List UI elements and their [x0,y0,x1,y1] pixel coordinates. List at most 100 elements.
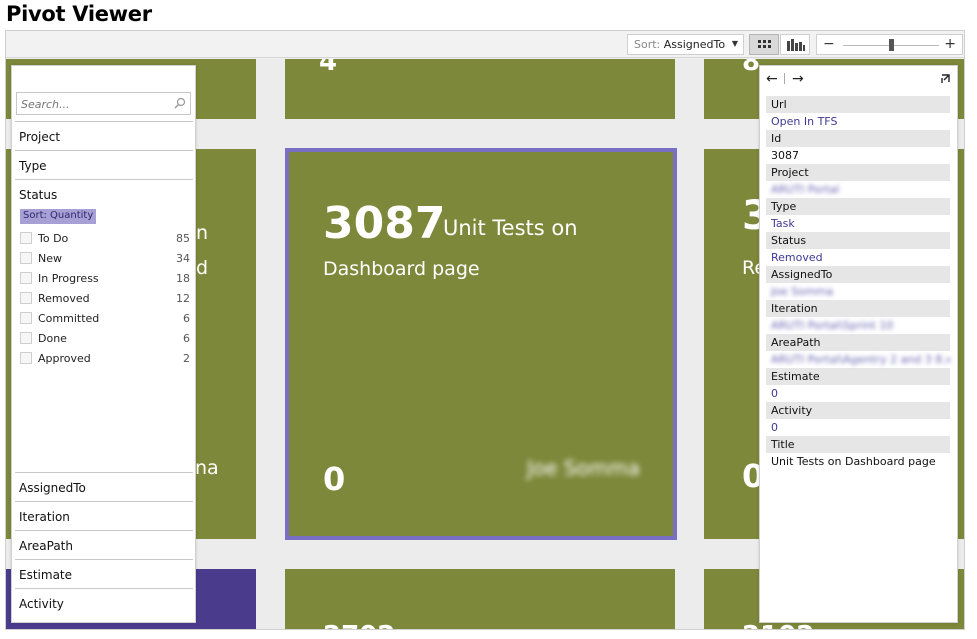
tile-text: na [195,457,219,479]
detail-label: Type [766,198,950,215]
expand-icon[interactable] [939,73,951,85]
tile[interactable]: 4 [285,59,675,119]
facet-type[interactable]: Type [15,150,193,179]
checkbox[interactable] [20,272,32,284]
pivot-viewer: Sort: AssignedTo ▼ − + 4 8 n d na 3087 U… [5,30,965,630]
search-input[interactable] [21,98,171,111]
status-name: To Do [38,232,69,245]
facet-estimate[interactable]: Estimate [15,559,193,588]
open-in-tfs-link[interactable]: Open In TFS [766,113,950,130]
status-filter-item[interactable]: New 34 [20,251,190,271]
status-name: In Progress [38,272,99,285]
status-filter-item[interactable]: Removed 12 [20,291,190,311]
tile-title: Unit Tests on [443,216,578,240]
zoom-out-button[interactable]: − [823,36,835,52]
tile-title-continued: Dashboard page [323,258,480,280]
checkbox[interactable] [20,292,32,304]
detail-value: 3087 [771,149,799,162]
detail-value-link[interactable]: Joe Somma [766,283,950,300]
page-title: Pivot Viewer [6,2,152,26]
status-filter-item[interactable]: In Progress 18 [20,271,190,291]
bar-graph-icon [787,39,805,51]
detail-label: Estimate [766,368,950,385]
tile[interactable]: 2702 [285,569,675,629]
facet-activity[interactable]: Activity [15,588,193,617]
status-filter-item[interactable]: Committed 6 [20,311,190,331]
detail-label: Id [766,130,950,147]
facet-project[interactable]: Project [15,121,193,150]
status-count: 6 [183,312,190,325]
status-filter-item[interactable]: Done 6 [20,331,190,351]
detail-label: Iteration [766,300,950,317]
facet-areapath[interactable]: AreaPath [15,530,193,559]
detail-label: Url [766,96,950,113]
status-name: New [38,252,62,265]
facet-assignedto[interactable]: AssignedTo [15,472,193,501]
filter-panel: Project Type Status Sort: Quantity To Do… [11,65,196,623]
tile-id: 8 [742,59,761,77]
selected-tile[interactable]: 3087 Unit Tests on Dashboard page 0 Joe … [285,148,677,540]
tile-id: 4 [319,59,338,77]
detail-panel: ← → Url Open In TFS Id 3087 Project ARUT… [759,65,958,623]
sort-dropdown-label: Sort: [634,38,661,51]
detail-value-link[interactable]: ARUTI Portal\Sprint 10 [766,317,950,334]
detail-label: Project [766,164,950,181]
zoom-slider-thumb[interactable] [889,39,894,51]
tile-assignee: Joe Somma [527,456,640,480]
arrow-right-icon[interactable]: → [792,71,804,87]
divider [784,73,785,84]
detail-label: Status [766,232,950,249]
tile-text: d [196,257,209,279]
detail-value: Unit Tests on Dashboard page [771,455,936,468]
status-name: Approved [38,352,91,365]
status-filter-item[interactable]: To Do 85 [20,231,190,251]
arrow-left-icon[interactable]: ← [766,71,778,87]
status-name: Committed [38,312,100,325]
status-count: 2 [183,352,190,365]
detail-label: Activity [766,402,950,419]
detail-label: Title [766,436,950,453]
status-name: Removed [38,292,90,305]
tile-text: n [196,222,209,244]
detail-value-link[interactable]: Task [766,215,950,232]
checkbox[interactable] [20,332,32,344]
tile-id: 2702 [323,621,395,629]
zoom-in-button[interactable]: + [944,36,956,52]
checkbox[interactable] [20,232,32,244]
checkbox[interactable] [20,312,32,324]
status-count: 6 [183,332,190,345]
facet-sort-toggle[interactable]: Sort: Quantity [20,209,97,224]
sort-dropdown-value: AssignedTo [663,38,726,51]
checkbox[interactable] [20,252,32,264]
search-icon[interactable] [174,97,186,109]
status-count: 18 [176,272,190,285]
detail-value-link[interactable]: ARUTI Portal [766,181,950,198]
status-name: Done [38,332,67,345]
status-count: 34 [176,252,190,265]
status-count: 85 [176,232,190,245]
graph-view-button[interactable] [780,34,810,55]
chevron-down-icon: ▼ [731,39,738,48]
detail-value-link[interactable]: 0 [766,385,950,402]
tile-id: 3087 [323,198,446,249]
zoom-control: − + [816,34,963,55]
detail-label: AssignedTo [766,266,950,283]
grid-view-icon [758,40,771,49]
detail-value-link[interactable]: 0 [766,419,950,436]
detail-label: AreaPath [766,334,950,351]
facet-iteration[interactable]: Iteration [15,501,193,530]
facet-status[interactable]: Status [15,179,193,208]
detail-value-link[interactable]: Removed [766,249,950,266]
status-filter-item[interactable]: Approved 2 [20,351,190,371]
status-value-list: To Do 85 New 34 In Progress 18 Removed 1… [20,231,190,371]
search-field[interactable] [16,92,191,115]
sort-dropdown[interactable]: Sort: AssignedTo ▼ [627,34,744,55]
checkbox[interactable] [20,352,32,364]
grid-view-button[interactable] [749,34,779,55]
status-count: 12 [176,292,190,305]
detail-value-link[interactable]: ARUTI Portal\Agentry 2 and 3 8.x [766,351,950,368]
tile-estimate: 0 [323,460,346,498]
toolbar: Sort: AssignedTo ▼ − + [6,31,964,58]
detail-field-list: Url Open In TFS Id 3087 Project ARUTI Po… [766,96,950,470]
tile-canvas: 4 8 n d na 3087 Unit Tests on Dashboard … [6,59,964,629]
